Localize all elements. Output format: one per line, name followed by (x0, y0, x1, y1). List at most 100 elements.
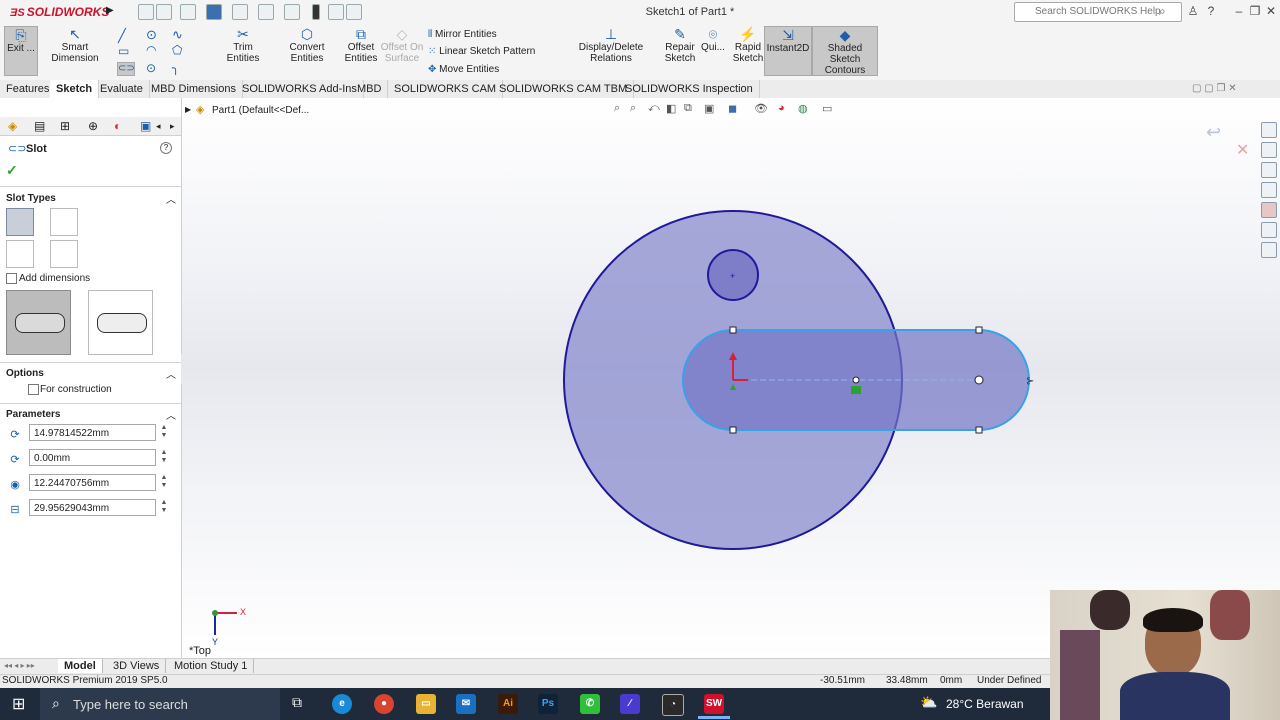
new-document-icon[interactable] (156, 4, 172, 20)
speedometer-app-icon[interactable]: ◔ (662, 694, 684, 716)
solidworks-taskbar-icon[interactable]: SW (704, 694, 724, 714)
solidworks-logo[interactable]: ƎS SOLIDWORKS (10, 5, 109, 19)
pm-tab-scroll-right-icon[interactable]: ▸ (170, 121, 175, 132)
center-to-center-option[interactable] (88, 290, 153, 355)
restore-button[interactable]: ❐ (1248, 4, 1262, 18)
tab-model[interactable]: Model (58, 659, 103, 673)
help-search-input[interactable]: Search SOLIDWORKS Help ⌕ (1014, 2, 1182, 22)
sketch-canvas[interactable]: ⊱ + (182, 98, 1258, 658)
overall-length-option[interactable] (6, 290, 71, 355)
center-x-spinner[interactable]: ▲ ▼ (160, 424, 168, 441)
slot-length-input[interactable]: 29.95629043mm (29, 499, 156, 516)
design-library-icon[interactable] (1261, 142, 1277, 158)
tab-solidworks-cam-tbm[interactable]: SOLIDWORKS CAM TBM (493, 80, 635, 98)
display-manager-icon[interactable]: ◐ (114, 119, 121, 133)
feature-manager-icon[interactable]: ◈ (8, 119, 17, 133)
ok-check-icon[interactable]: ✓ (6, 162, 18, 179)
straight-slot-option[interactable] (6, 208, 34, 236)
slot-width-input[interactable]: 12.24470756mm (29, 474, 156, 491)
slot-length-spinner[interactable]: ▲ ▼ (160, 499, 168, 516)
slot-endpoint[interactable] (975, 326, 983, 334)
phone-app-icon[interactable]: ✆ (580, 694, 600, 714)
collapse-icon[interactable]: ︿ (166, 407, 176, 422)
slot-midpoint[interactable] (852, 376, 860, 384)
panel-restore-icon[interactable]: ▢ ▢ ❐ ✕ (1192, 83, 1237, 94)
rapid-sketch-button[interactable]: ⚡ Rapid Sketch (732, 26, 764, 74)
weather-icon[interactable]: ⛅ (920, 694, 937, 711)
tab-solidworks-inspection[interactable]: SOLIDWORKS Inspection (619, 80, 760, 98)
file-explorer-icon[interactable] (1261, 162, 1277, 178)
options-gear-icon[interactable] (346, 4, 362, 20)
center-y-input[interactable]: 0.00mm (29, 449, 156, 466)
tab-solidworks-cam[interactable]: SOLIDWORKS CAM (388, 80, 504, 98)
mirror-entities-button[interactable]: ⫴ Mirror Entities (428, 29, 497, 40)
help-icon[interactable]: ? (1204, 4, 1218, 18)
fillet-tool-icon[interactable]: ╮ (172, 61, 179, 75)
center-y-spinner[interactable]: ▲ ▼ (160, 449, 168, 466)
chrome-icon[interactable]: ● (374, 694, 394, 714)
shaded-sketch-contours-button[interactable]: ◆ Shaded Sketch Contours (812, 26, 878, 76)
midpoint-relation-icon[interactable] (851, 386, 861, 394)
smart-dimension-button[interactable]: ↖ Smart Dimension (38, 26, 112, 74)
slot-endpoint[interactable] (975, 426, 983, 434)
exit-sketch-button[interactable]: ⎘ Exit ... (4, 26, 38, 76)
pm-tab-scroll-left-icon[interactable]: ◂ (156, 121, 161, 132)
repair-sketch-button[interactable]: ✎ Repair Sketch (664, 26, 696, 74)
slot-endpoint[interactable] (729, 426, 737, 434)
tab-evaluate[interactable]: Evaluate (94, 80, 150, 98)
arc-tool-icon[interactable]: ◠ (146, 43, 156, 57)
custom-properties-icon[interactable] (1261, 222, 1277, 238)
add-dimensions-checkbox[interactable] (6, 273, 17, 284)
property-manager-icon[interactable]: ▤ (34, 119, 45, 133)
move-entities-button[interactable]: ✥ Move Entities (428, 64, 499, 75)
search-icon[interactable]: ⌕ (1159, 4, 1166, 19)
file-explorer-taskbar-icon[interactable]: ▭ (416, 694, 436, 714)
tab-features[interactable]: Features (0, 80, 57, 98)
collapse-icon[interactable]: ︿ (166, 366, 176, 381)
tab-3d-views[interactable]: 3D Views (107, 659, 167, 673)
logo-arrow-icon[interactable]: ▶ (106, 5, 114, 16)
taskbar-search-box[interactable]: ⌕ Type here to search (40, 688, 280, 720)
edge-icon[interactable]: e (332, 694, 352, 714)
trim-entities-button[interactable]: ✂ Trim Entities (216, 26, 270, 74)
home-icon[interactable] (138, 4, 154, 20)
task-view-icon[interactable]: ⧉ (292, 694, 302, 711)
cam-manager-icon[interactable]: ▣ (140, 119, 151, 133)
centerpoint-straight-slot-option[interactable] (50, 208, 78, 236)
print-icon[interactable] (232, 4, 248, 20)
user-icon[interactable]: ♙ (1186, 4, 1200, 18)
offset-entities-button[interactable]: ⧉ Offset Entities (344, 26, 378, 74)
rectangle-tool-icon[interactable]: ▭ (118, 44, 129, 58)
3point-arc-slot-option[interactable] (6, 240, 34, 268)
illustrator-icon[interactable]: Ai (498, 694, 518, 714)
slot-endpoint[interactable] (729, 326, 737, 334)
appearances-icon[interactable] (1261, 202, 1277, 218)
line-tool-icon[interactable]: ╱ (118, 28, 126, 44)
drawing-app-icon[interactable]: ∕ (620, 694, 640, 714)
ellipse-tool-icon[interactable]: ⊙ (146, 61, 156, 75)
centerpoint-arc-slot-option[interactable] (50, 240, 78, 268)
solidworks-resources-icon[interactable] (1261, 122, 1277, 138)
tab-scroll-buttons[interactable]: ◂◂ ◂ ▸ ▸▸ (4, 661, 35, 670)
undo-icon[interactable] (258, 4, 274, 20)
windows-start-icon[interactable]: ⊞ (12, 694, 25, 714)
help-icon[interactable]: ? (160, 142, 172, 154)
for-construction-checkbox[interactable] (28, 384, 39, 395)
dimxpert-icon[interactable]: ⊕ (88, 119, 98, 133)
tab-sketch[interactable]: Sketch (50, 80, 100, 98)
instant2d-button[interactable]: ⇲ Instant2D (764, 26, 812, 76)
linear-sketch-pattern-button[interactable]: ⁙ Linear Sketch Pattern (428, 46, 535, 57)
convert-entities-button[interactable]: ⬡ Convert Entities (272, 26, 342, 74)
rebuild-icon[interactable] (312, 4, 320, 20)
tab-mbd[interactable]: MBD (351, 80, 389, 98)
slot-tool-icon[interactable]: ⊂⊃ (117, 62, 135, 76)
circle-tool-icon[interactable]: ⊙ (146, 27, 157, 43)
quick-snaps-button[interactable]: ⌾ Qui... (700, 26, 726, 74)
polygon-tool-icon[interactable]: ⬠ (172, 43, 182, 57)
select-icon[interactable] (284, 4, 300, 20)
photoshop-icon[interactable]: Ps (538, 694, 558, 714)
mail-icon[interactable]: ✉ (456, 694, 476, 714)
close-button[interactable]: ✕ (1264, 4, 1278, 18)
forum-icon[interactable] (1261, 242, 1277, 258)
file-properties-icon[interactable] (328, 4, 344, 20)
